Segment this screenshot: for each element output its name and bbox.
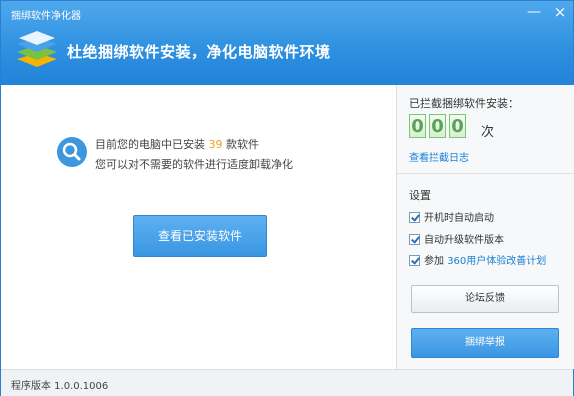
times-unit: 次 [481,125,495,140]
status-bar: 程序版本 1.0.0.1006 [1,369,573,396]
checkbox-checked[interactable] [409,212,420,223]
info-prefix: 目前您的电脑中已安装 [95,138,205,151]
experience-program-link[interactable]: 360用户体验改善计划 [447,256,546,267]
app-window: 捆绑软件净化器 — × 杜绝捆绑软件安装，净化电脑软件环境 目前您的电脑中已安装… [0,0,574,396]
installed-count: 39 [208,138,223,151]
settings-title: 设置 [409,189,431,202]
installed-info-line1: 目前您的电脑中已安装 39 款软件 [95,135,293,155]
autostart-label: 开机时自动启动 [424,213,494,224]
auto-update-label: 自动升级软件版本 [424,235,504,246]
version-label: 程序版本 1.0.0.1006 [11,381,109,392]
installed-info-line2: 您可以对不需要的软件进行适度卸载净化 [95,158,293,171]
checkbox-checked[interactable] [409,255,420,266]
experience-program-checkbox[interactable]: 参加 360用户体验改善计划 [409,252,546,267]
close-button[interactable]: × [549,1,571,23]
main-panel: 目前您的电脑中已安装 39 款软件 您可以对不需要的软件进行适度卸载净化 查看已… [1,85,395,369]
side-panel: 已拦截捆绑软件安装： 000 次 查看拦截日志 设置 开机时自动启动 自动升级软… [396,85,574,369]
experience-label-prefix: 参加 [424,256,444,267]
blocked-counter: 000 [409,114,469,138]
info-suffix: 款软件 [226,138,259,151]
divider [397,173,574,174]
installed-info: 目前您的电脑中已安装 39 款软件 您可以对不需要的软件进行适度卸载净化 [95,135,293,175]
counter-digit: 0 [429,114,446,138]
counter-digit: 0 [409,114,426,138]
forum-feedback-button[interactable]: 论坛反馈 [411,285,559,313]
report-bundle-button[interactable]: 捆绑举报 [411,328,559,358]
view-installed-button[interactable]: 查看已安装软件 [133,215,267,257]
title-bar[interactable]: 捆绑软件净化器 — × 杜绝捆绑软件安装，净化电脑软件环境 [1,1,573,85]
checkbox-checked[interactable] [409,234,420,245]
auto-update-checkbox[interactable]: 自动升级软件版本 [409,231,504,246]
autostart-checkbox[interactable]: 开机时自动启动 [409,209,494,224]
header-slogan: 杜绝捆绑软件安装，净化电脑软件环境 [67,43,331,61]
layers-stack-icon [17,31,57,67]
minimize-button[interactable]: — [523,1,545,23]
window-title: 捆绑软件净化器 [11,11,81,22]
counter-digit: 0 [449,114,466,138]
search-icon [57,137,87,167]
view-log-link[interactable]: 查看拦截日志 [409,149,469,164]
blocked-title: 已拦截捆绑软件安装： [409,97,519,110]
